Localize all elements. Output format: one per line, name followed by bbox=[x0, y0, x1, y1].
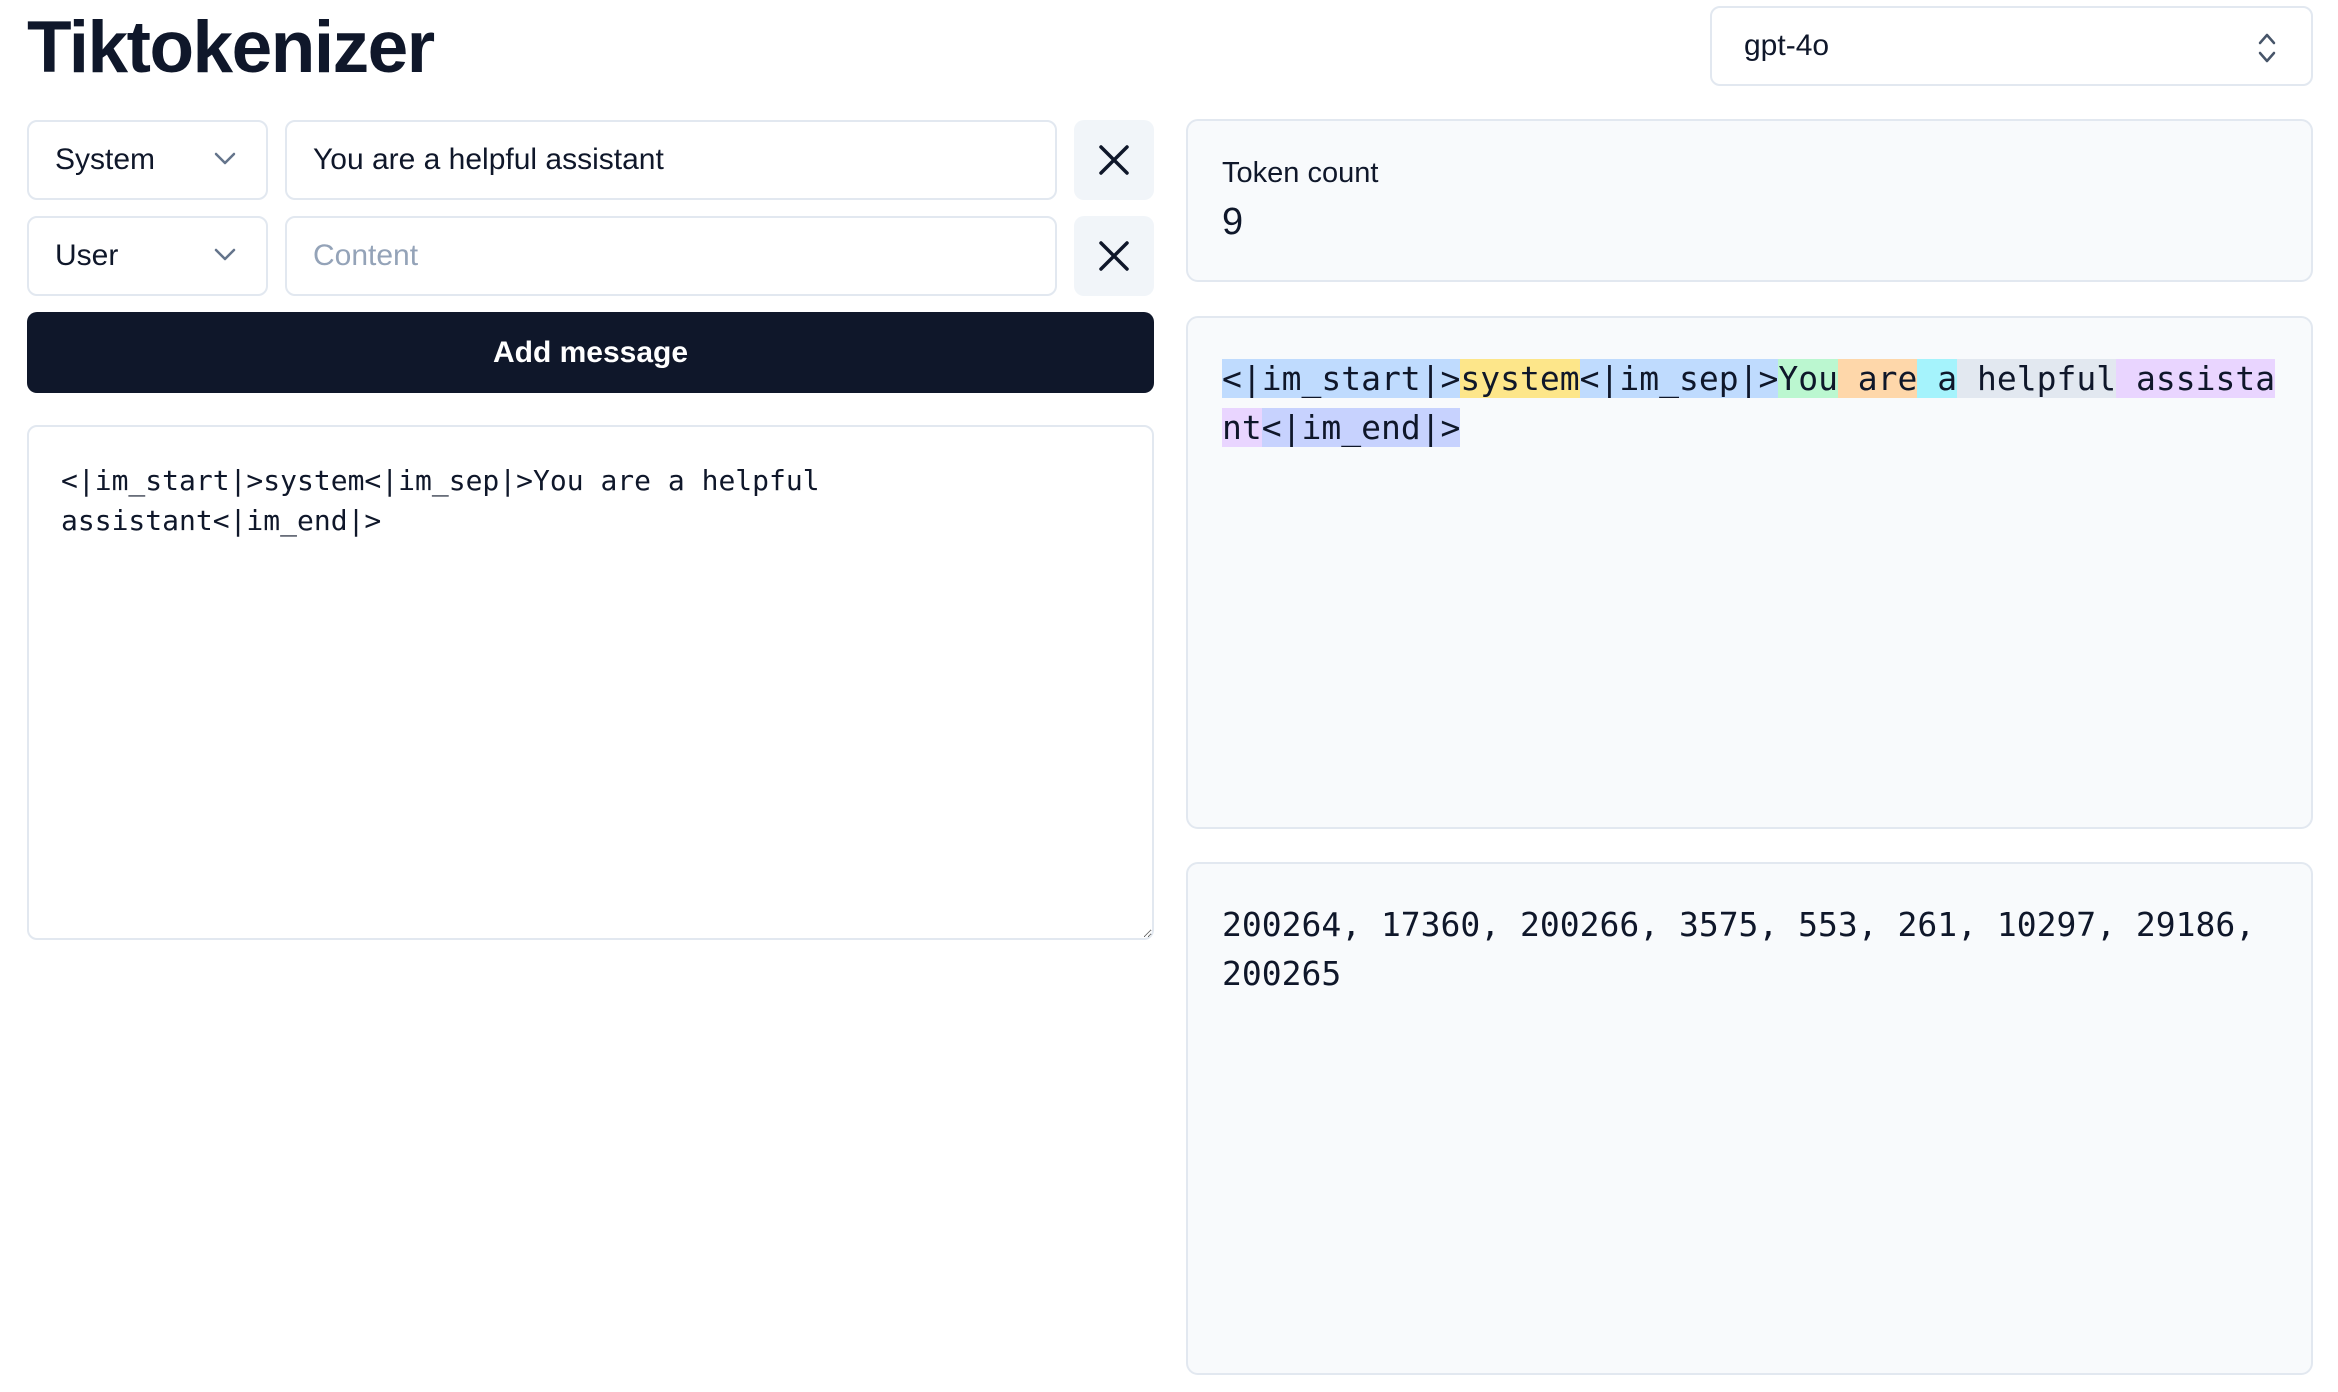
token-chip[interactable]: <|im_sep|> bbox=[1579, 359, 1779, 398]
token-chip[interactable]: a bbox=[1917, 359, 1958, 398]
token-visualization: <|im_start|>system<|im_sep|>You are a he… bbox=[1222, 354, 2277, 452]
token-chip[interactable]: system bbox=[1460, 359, 1580, 398]
role-select-value: System bbox=[55, 143, 156, 176]
token-chip[interactable]: You bbox=[1778, 359, 1838, 398]
token-ids-text: 200264, 17360, 200266, 3575, 553, 261, 1… bbox=[1222, 905, 2275, 993]
page-title: Tiktokenizer bbox=[27, 7, 435, 88]
token-count-panel: Token count 9 bbox=[1186, 119, 2313, 282]
token-visualization-panel: <|im_start|>system<|im_sep|>You are a he… bbox=[1186, 316, 2313, 829]
message-content-input[interactable] bbox=[285, 216, 1057, 296]
token-ids-panel: 200264, 17360, 200266, 3575, 553, 261, 1… bbox=[1186, 862, 2313, 1375]
remove-message-button[interactable] bbox=[1074, 120, 1154, 200]
token-chip[interactable]: <|im_end|> bbox=[1261, 408, 1461, 447]
model-select[interactable]: gpt-4o bbox=[1710, 6, 2313, 86]
chevron-down-icon bbox=[214, 248, 236, 261]
chevron-down-icon bbox=[214, 152, 236, 165]
role-select-value: User bbox=[55, 239, 119, 272]
model-select-value: gpt-4o bbox=[1744, 29, 1830, 62]
token-chip[interactable]: <|im_start|> bbox=[1222, 359, 1461, 398]
chevron-up-down-icon bbox=[2258, 33, 2276, 63]
role-select-user[interactable]: User bbox=[27, 216, 268, 296]
token-count-label: Token count bbox=[1222, 157, 1379, 189]
add-message-button[interactable]: Add message bbox=[27, 312, 1154, 393]
token-chip[interactable]: helpful bbox=[1957, 359, 2117, 398]
token-count-value: 9 bbox=[1222, 201, 1244, 243]
close-icon bbox=[1099, 145, 1129, 175]
close-icon bbox=[1099, 241, 1129, 271]
remove-message-button[interactable] bbox=[1074, 216, 1154, 296]
token-chip[interactable]: are bbox=[1837, 359, 1918, 398]
message-content-input[interactable] bbox=[285, 120, 1057, 200]
raw-text-area[interactable]: <|im_start|>system<|im_sep|>You are a he… bbox=[27, 425, 1154, 940]
role-select-system[interactable]: System bbox=[27, 120, 268, 200]
